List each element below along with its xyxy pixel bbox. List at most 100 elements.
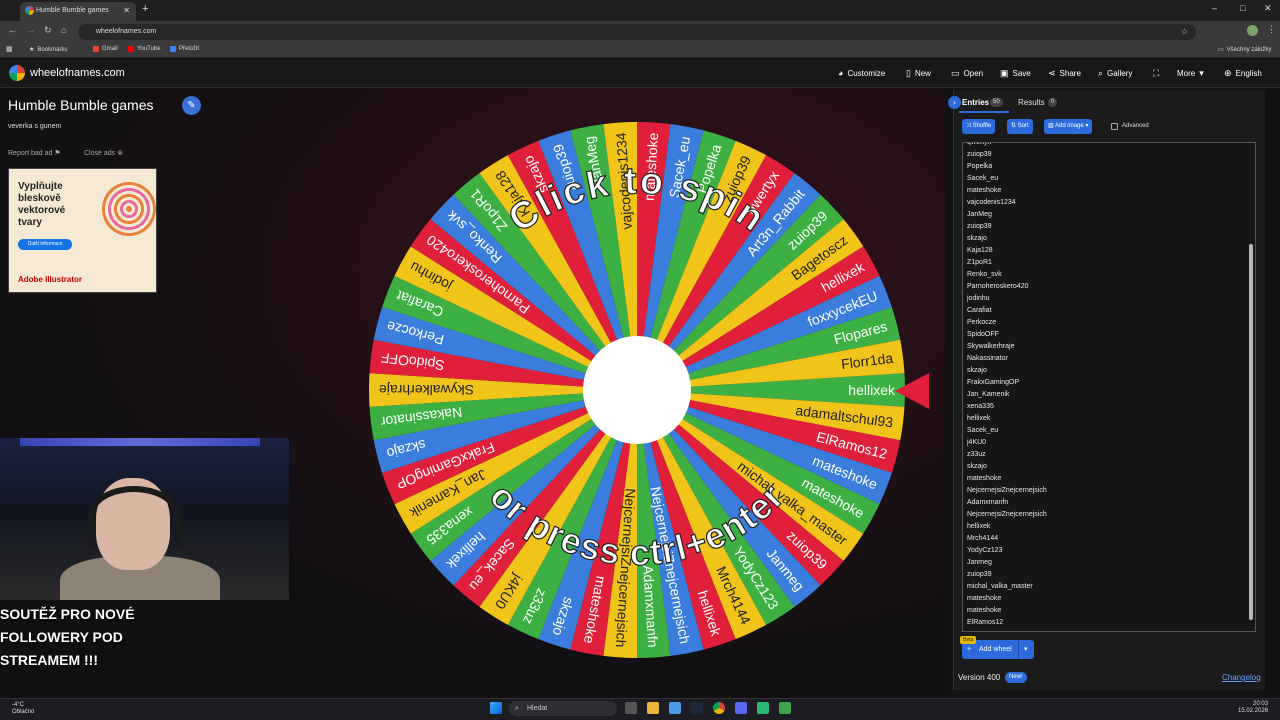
- taskbar-search[interactable]: ⌕ Hledat: [509, 701, 617, 716]
- version-text: Version 400: [958, 673, 1001, 682]
- url-text: wheelofnames.com: [96, 28, 157, 35]
- entries-scrollbar[interactable]: [1249, 244, 1253, 620]
- bookmarks-bar: ▦ ★ Bookmarks Gmail YouTube Přeložit ▭ Vše…: [0, 42, 1280, 58]
- fullscreen-icon[interactable]: ⛶: [1153, 68, 1159, 79]
- language-button[interactable]: ⊕ English: [1224, 68, 1262, 79]
- list-item: Popelka: [967, 163, 993, 170]
- list-item: Parnoheroskero420: [967, 283, 1029, 290]
- advanced-checkbox[interactable]: [1111, 123, 1118, 130]
- stream-overlay-text: SOUTĚŽ PRO NOVÉ FOLLOWERY POD STREAMEM !…: [0, 606, 135, 668]
- beta-badge: Beta: [960, 636, 977, 644]
- bookmark-gmail[interactable]: Gmail: [93, 46, 118, 52]
- palette-icon: ◕: [838, 68, 844, 78]
- sort-icon: ⇅: [1011, 123, 1018, 129]
- tab-entries[interactable]: Entries: [962, 98, 989, 107]
- browser-tab-bar: Humble Bumble games ✕ + – □ ✕: [0, 0, 1280, 21]
- list-item: xena335: [967, 403, 994, 410]
- gallery-button[interactable]: ⌕ Gallery: [1098, 68, 1132, 79]
- ad-headline: Vyplňujte bleskově vektorové tvary: [18, 181, 66, 228]
- caret-down-icon: ▾: [1083, 123, 1089, 129]
- close-ads-link[interactable]: Close ads ⊗: [84, 149, 123, 157]
- discord-icon[interactable]: [735, 702, 747, 714]
- all-bookmarks[interactable]: ▭ Všechny záložky: [1218, 46, 1271, 54]
- browser-tab[interactable]: Humble Bumble games ✕: [20, 2, 136, 21]
- report-ad-link[interactable]: Report bad ad ⚑: [8, 149, 61, 157]
- search-icon: ⌕: [515, 705, 519, 712]
- list-item: Sacek_eu: [967, 427, 999, 434]
- caret-down-icon[interactable]: ▾: [1018, 640, 1028, 659]
- list-item: jodinhu: [967, 295, 990, 302]
- list-item: JanMeg: [967, 211, 992, 218]
- list-item: mateshoke: [967, 475, 1002, 482]
- ad-banner[interactable]: Vyplňujte bleskově vektorové tvary Další…: [8, 168, 157, 293]
- translate-icon: [170, 46, 176, 52]
- url-field[interactable]: wheelofnames.com ☆: [78, 24, 1196, 40]
- list-item: NejcernejsiZnejcernejsich: [967, 511, 1047, 518]
- entries-count-badge: 50: [990, 98, 1003, 107]
- wheel-pointer-icon: [895, 373, 929, 409]
- obs-icon[interactable]: [757, 702, 769, 714]
- collapse-panel-button[interactable]: ›: [948, 96, 961, 109]
- bookmark-translate[interactable]: Přeložit: [170, 46, 199, 52]
- ad-brand: Adobe Illustrator: [18, 275, 83, 284]
- taskbar-clock[interactable]: 20:03 15.02.2026: [1238, 701, 1268, 715]
- list-item: j4KU0: [967, 439, 987, 446]
- list-item: michal_valka_master: [967, 583, 1033, 590]
- steam-icon[interactable]: [691, 702, 703, 714]
- wheel-segment-label: Skywalkerhraje: [379, 382, 474, 398]
- chrome-icon[interactable]: [713, 702, 725, 714]
- close-window-icon[interactable]: ✕: [1264, 3, 1272, 14]
- share-icon: ⋖: [1048, 68, 1056, 78]
- wheel-center[interactable]: [583, 336, 691, 444]
- entries-textarea[interactable]: qwertyx zuiop39 Popelka Sacek_eu mateshoke va…: [962, 142, 1256, 632]
- home-icon[interactable]: ⌂: [61, 25, 66, 35]
- apps-grid-icon[interactable]: ▦: [6, 45, 13, 53]
- advanced-label: Advanced: [1122, 123, 1149, 129]
- weather-widget[interactable]: -4°C Oblačno: [12, 702, 34, 716]
- ad-swirl-image: [101, 181, 156, 237]
- more-button[interactable]: More ▾: [1177, 68, 1204, 79]
- windows-start-icon[interactable]: [490, 702, 502, 714]
- list-item: YodyCz123: [967, 547, 1003, 554]
- wheel-logo-icon[interactable]: [9, 65, 25, 81]
- store-icon[interactable]: [669, 702, 681, 714]
- page-subtitle: veverka s gunem: [8, 123, 62, 130]
- edit-title-button[interactable]: ✎: [182, 96, 201, 115]
- new-button[interactable]: ▯ New: [906, 68, 931, 79]
- task-view-icon[interactable]: [625, 702, 637, 714]
- list-item: Carafiat: [967, 307, 992, 314]
- open-button[interactable]: ▭ Open: [951, 68, 983, 79]
- shuffle-button[interactable]: ⤨ Shuffle: [962, 119, 996, 134]
- forward-icon[interactable]: →: [26, 25, 35, 35]
- sort-button[interactable]: ⇅ Sort: [1007, 119, 1033, 134]
- bookmark-youtube[interactable]: YouTube: [128, 46, 161, 52]
- share-button[interactable]: ⋖ Share: [1048, 68, 1081, 79]
- spin-wheel[interactable]: hellixek adamaltschul93 ElRamos12 mateshoke…: [369, 120, 905, 660]
- changelog-link[interactable]: Changelog: [1222, 673, 1261, 682]
- list-item: mateshoke: [967, 187, 1002, 194]
- profile-avatar[interactable]: [1247, 25, 1258, 36]
- list-item: mateshoke: [967, 595, 1002, 602]
- tab-results[interactable]: Results: [1018, 98, 1045, 107]
- search-icon: ⌕: [1098, 68, 1104, 78]
- reload-icon[interactable]: ↻: [44, 25, 52, 36]
- customize-button[interactable]: ◕ Customize: [838, 68, 885, 78]
- save-button[interactable]: ▣ Save: [1000, 68, 1031, 79]
- pencil-icon: ✎: [187, 100, 196, 111]
- maximize-icon[interactable]: □: [1240, 3, 1245, 13]
- wheel-graphic[interactable]: hellixekadamaltschul93ElRamos12mateshoke…: [369, 120, 905, 660]
- file-explorer-icon[interactable]: [647, 702, 659, 714]
- minimize-icon[interactable]: –: [1212, 3, 1217, 13]
- bookmark-bookmarks[interactable]: ★ Bookmarks: [29, 46, 67, 54]
- ad-cta-button[interactable]: Další informace: [18, 239, 72, 250]
- back-icon[interactable]: ←: [8, 25, 17, 35]
- close-tab-icon[interactable]: ✕: [123, 6, 130, 15]
- site-name[interactable]: wheelofnames.com: [30, 67, 125, 79]
- list-item: Adamxmanfn: [967, 499, 1009, 506]
- bookmark-star-icon[interactable]: ☆: [1181, 27, 1188, 36]
- new-tab-icon[interactable]: +: [142, 3, 148, 15]
- browser-menu-icon[interactable]: ⋮: [1267, 24, 1276, 35]
- led-strip: [20, 438, 260, 446]
- add-image-button[interactable]: ▨ Add image ▾: [1044, 119, 1093, 134]
- notes-icon[interactable]: [779, 702, 791, 714]
